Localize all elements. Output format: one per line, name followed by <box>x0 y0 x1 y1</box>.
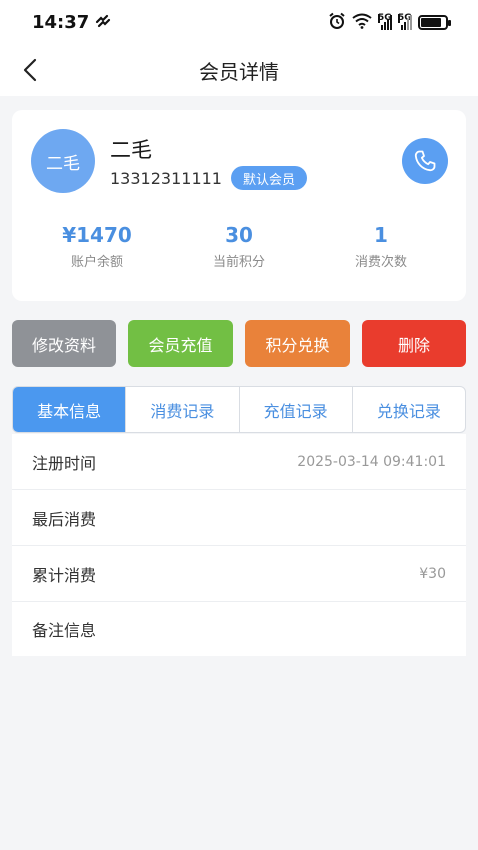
page-title: 会员详情 <box>199 59 279 84</box>
tab-consume-records[interactable]: 消费记录 <box>125 387 238 432</box>
stat-consume-count-label: 消费次数 <box>354 255 407 270</box>
info-row-remarks: 备注信息 <box>12 602 466 656</box>
info-value: 2025-03-14 09:41:01 <box>297 453 446 470</box>
info-label: 备注信息 <box>32 621 97 640</box>
member-card: 二毛 二毛 13312311111 默认会员 ¥1470 账户余额 30 当前积… <box>12 110 466 301</box>
signal-strength-icon: 5G <box>378 14 392 30</box>
notification-icon <box>95 12 111 33</box>
back-button[interactable] <box>14 54 46 86</box>
stat-balance-value: ¥1470 <box>62 223 132 247</box>
info-label: 最后消费 <box>32 509 97 529</box>
points-exchange-button[interactable]: 积分兑换 <box>245 320 350 367</box>
info-label: 注册时间 <box>32 453 97 473</box>
stat-consume-count: 1 消费次数 <box>321 222 441 270</box>
status-bar: 14:37 5G 5G <box>0 0 478 44</box>
tab-exchange-records[interactable]: 兑换记录 <box>351 387 465 432</box>
delete-button[interactable]: 删除 <box>362 320 466 367</box>
edit-profile-button[interactable]: 修改资料 <box>12 320 116 367</box>
member-recharge-button[interactable]: 会员充值 <box>128 320 233 367</box>
tab-basic-info[interactable]: 基本信息 <box>13 387 126 432</box>
network-type-label-2: 5G <box>398 13 412 23</box>
chevron-left-icon <box>23 58 37 82</box>
detail-tabs: 基本信息 消费记录 充值记录 兑换记录 <box>12 386 466 433</box>
signal-strength-icon-2: 5G <box>398 14 412 30</box>
stat-balance: ¥1470 账户余额 <box>37 222 157 270</box>
stat-consume-count-value: 1 <box>374 223 388 247</box>
battery-level <box>421 17 442 27</box>
phone-icon <box>414 150 436 172</box>
tab-recharge-records[interactable]: 充值记录 <box>238 387 352 432</box>
info-row-register-time: 注册时间 2025-03-14 09:41:01 <box>12 434 466 490</box>
basic-info-list: 注册时间 2025-03-14 09:41:01 最后消费 累计消费 ¥30 备… <box>12 434 466 656</box>
navigation-bar: 会员详情 <box>0 44 478 96</box>
stat-points-label: 当前积分 <box>212 255 265 270</box>
avatar: 二毛 <box>31 129 95 193</box>
alarm-icon <box>328 12 346 33</box>
status-left: 14:37 <box>32 12 111 33</box>
battery-icon <box>418 14 451 30</box>
status-right: 5G 5G <box>328 12 451 33</box>
info-row-total-consume: 累计消费 ¥30 <box>12 546 466 602</box>
wifi-icon <box>352 13 372 32</box>
member-phone: 13312311111 <box>110 169 222 188</box>
stat-balance-label: 账户余额 <box>70 255 123 270</box>
info-row-last-consume: 最后消费 <box>12 490 466 546</box>
stat-points: 30 当前积分 <box>179 222 299 270</box>
member-level-badge: 默认会员 <box>231 166 308 190</box>
member-name: 二毛 <box>110 138 152 162</box>
network-type-label: 5G <box>378 13 392 23</box>
info-value: ¥30 <box>419 565 446 582</box>
call-button[interactable] <box>402 138 448 184</box>
stat-points-value: 30 <box>225 223 253 247</box>
status-time: 14:37 <box>32 11 90 33</box>
info-label: 累计消费 <box>32 565 97 585</box>
